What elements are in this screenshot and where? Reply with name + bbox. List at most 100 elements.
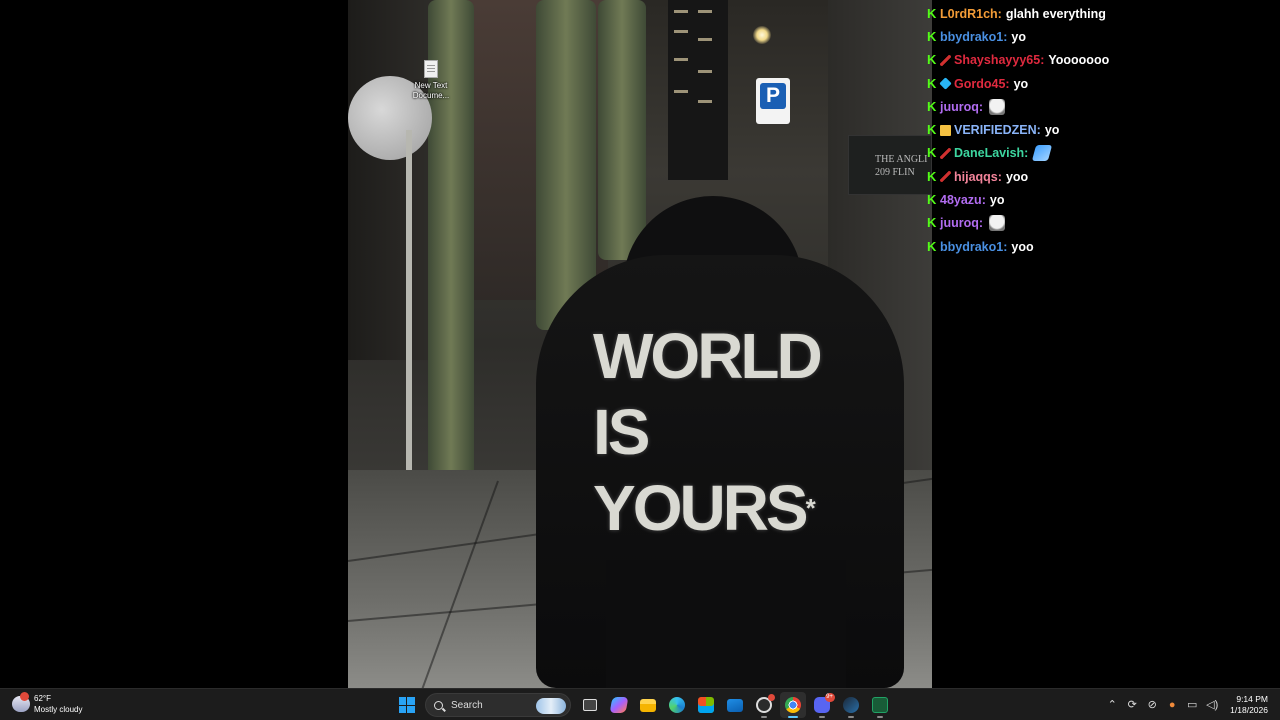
edge-icon (668, 697, 685, 713)
chrome-icon (784, 697, 801, 713)
chat-username[interactable]: juuroq (940, 100, 979, 114)
task-view-button[interactable] (577, 692, 603, 718)
slash-badge-icon (940, 147, 951, 159)
chrome-button[interactable] (779, 692, 806, 718)
chat-username[interactable]: Shayshayyy65 (954, 53, 1040, 67)
chat-colon: : (997, 6, 1002, 21)
kick-badge-icon (927, 169, 937, 184)
chat-username[interactable]: 48yazu (940, 193, 982, 207)
chat-text: yo (1013, 76, 1029, 91)
kick-badge-icon (927, 29, 937, 44)
taskbar-apps: Search 9+ (392, 692, 894, 718)
chat-username[interactable]: hijaqqs (954, 170, 998, 184)
slash-badge-icon (940, 171, 951, 183)
search-icon (434, 700, 443, 710)
store-button[interactable] (693, 692, 719, 718)
kick-badge-icon (927, 6, 937, 21)
microphone-icon[interactable]: ● (1165, 698, 1179, 712)
chat-message: bbydrako1:yoo (927, 235, 1278, 258)
mail-icon (726, 698, 743, 712)
clock-date: 1/18/2026 (1230, 705, 1268, 715)
clock[interactable]: 9:14 PM 1/18/2026 (1230, 694, 1268, 716)
ghost-emote-icon (989, 98, 1006, 115)
chat-colon: : (1040, 53, 1045, 68)
kick-badge-icon (927, 215, 937, 230)
chat-colon: : (1003, 239, 1008, 254)
excel-button[interactable] (867, 692, 893, 718)
hoodie-line-3-text: YOURS (593, 472, 809, 544)
chat-username[interactable]: DaneLavish (954, 146, 1024, 160)
kick-badge-icon (927, 192, 937, 207)
hoodie-line-2: IS (593, 396, 650, 468)
discord-button[interactable]: 9+ (809, 692, 835, 718)
chat-message: bbydrako1:yo (927, 25, 1278, 48)
chat-text: yo (1011, 29, 1026, 44)
chat-colon: : (1024, 146, 1029, 161)
chat-message: hijaqqs:yoo (927, 165, 1278, 188)
chat-username[interactable]: bbydrako1 (940, 30, 1003, 44)
network-off-icon[interactable]: ⊘ (1145, 698, 1159, 712)
person-pants (606, 560, 846, 688)
search-highlight-icon (536, 698, 566, 714)
chat-colon: : (978, 99, 984, 114)
parking-sign-label: P (760, 83, 786, 109)
desktop-file-icon[interactable]: New Text Docume... (408, 60, 454, 101)
task-view-icon (582, 699, 597, 711)
kick-badge-icon (927, 239, 937, 254)
steam-button[interactable] (838, 692, 864, 718)
chat-username[interactable]: bbydrako1 (940, 240, 1003, 254)
cloud-icon (12, 692, 30, 712)
crown-badge-icon (940, 124, 951, 136)
start-button[interactable] (394, 692, 420, 718)
system-tray: ⌃ ⟳ ⊘ ● ▭ ◁) 9:14 PM 1/18/2026 (1102, 689, 1280, 720)
chat-text: glahh everything (1005, 6, 1106, 21)
chat-overlay: L0rdR1ch:glahh everythingbbydrako1:yoSha… (927, 2, 1278, 258)
sign-pole (406, 130, 412, 485)
hoodie-line-1: WORLD (593, 320, 823, 392)
wallpaper-tower (668, 0, 728, 180)
chat-username[interactable]: juuroq (940, 216, 979, 230)
obs-button[interactable] (751, 692, 777, 718)
chat-message: Shayshayyy65:Yooooooo (927, 49, 1278, 72)
parking-sign: P (756, 78, 790, 124)
slash-badge-icon (940, 54, 951, 66)
kick-badge-icon (927, 122, 937, 137)
kick-badge-icon (927, 99, 937, 114)
chat-text: yoo (1005, 169, 1029, 184)
wallpaper-photo: P THE ANGLI 209 FLIN WORLD IS YOURS* (348, 0, 932, 688)
clock-time: 9:14 PM (1236, 694, 1268, 704)
excel-icon (871, 697, 888, 713)
kick-badge-icon (927, 52, 937, 67)
tree-trunk (598, 0, 646, 260)
chat-colon: : (997, 169, 1002, 184)
cube-badge-icon (939, 77, 952, 90)
street-light (753, 26, 771, 44)
chevron-up-icon[interactable]: ⌃ (1105, 698, 1119, 712)
mail-button[interactable] (722, 692, 748, 718)
kick-badge-icon (927, 145, 937, 160)
desktop-screen: P THE ANGLI 209 FLIN WORLD IS YOURS* New… (0, 0, 1280, 720)
chat-text: yoo (1011, 239, 1034, 254)
chat-text: Yooooooo (1048, 53, 1110, 68)
copilot-button[interactable] (606, 692, 632, 718)
chat-colon: : (978, 216, 984, 231)
edge-button[interactable] (664, 692, 690, 718)
sync-icon[interactable]: ⟳ (1125, 698, 1139, 712)
chat-username[interactable]: VERIFIEDZEN (954, 123, 1037, 137)
chat-username[interactable]: Gordo45 (954, 77, 1005, 91)
chat-message: L0rdR1ch:glahh everything (927, 2, 1278, 25)
discord-badge: 9+ (824, 693, 835, 702)
weather-widget[interactable]: 62°F Mostly cloudy (12, 692, 82, 715)
taskbar-search[interactable]: Search (425, 693, 571, 717)
volume-icon[interactable]: ◁) (1205, 698, 1219, 712)
search-label: Search (451, 699, 483, 711)
steam-icon (842, 697, 859, 713)
file-explorer-button[interactable] (635, 692, 661, 718)
recording-dot-icon (767, 694, 775, 701)
weather-temp: 62°F (34, 694, 51, 703)
display-icon[interactable]: ▭ (1185, 698, 1199, 712)
hoodie-asterisk: * (805, 493, 816, 523)
chat-username[interactable]: L0rdR1ch (940, 7, 998, 21)
text-file-icon (424, 60, 438, 78)
chat-colon: : (1005, 76, 1010, 91)
